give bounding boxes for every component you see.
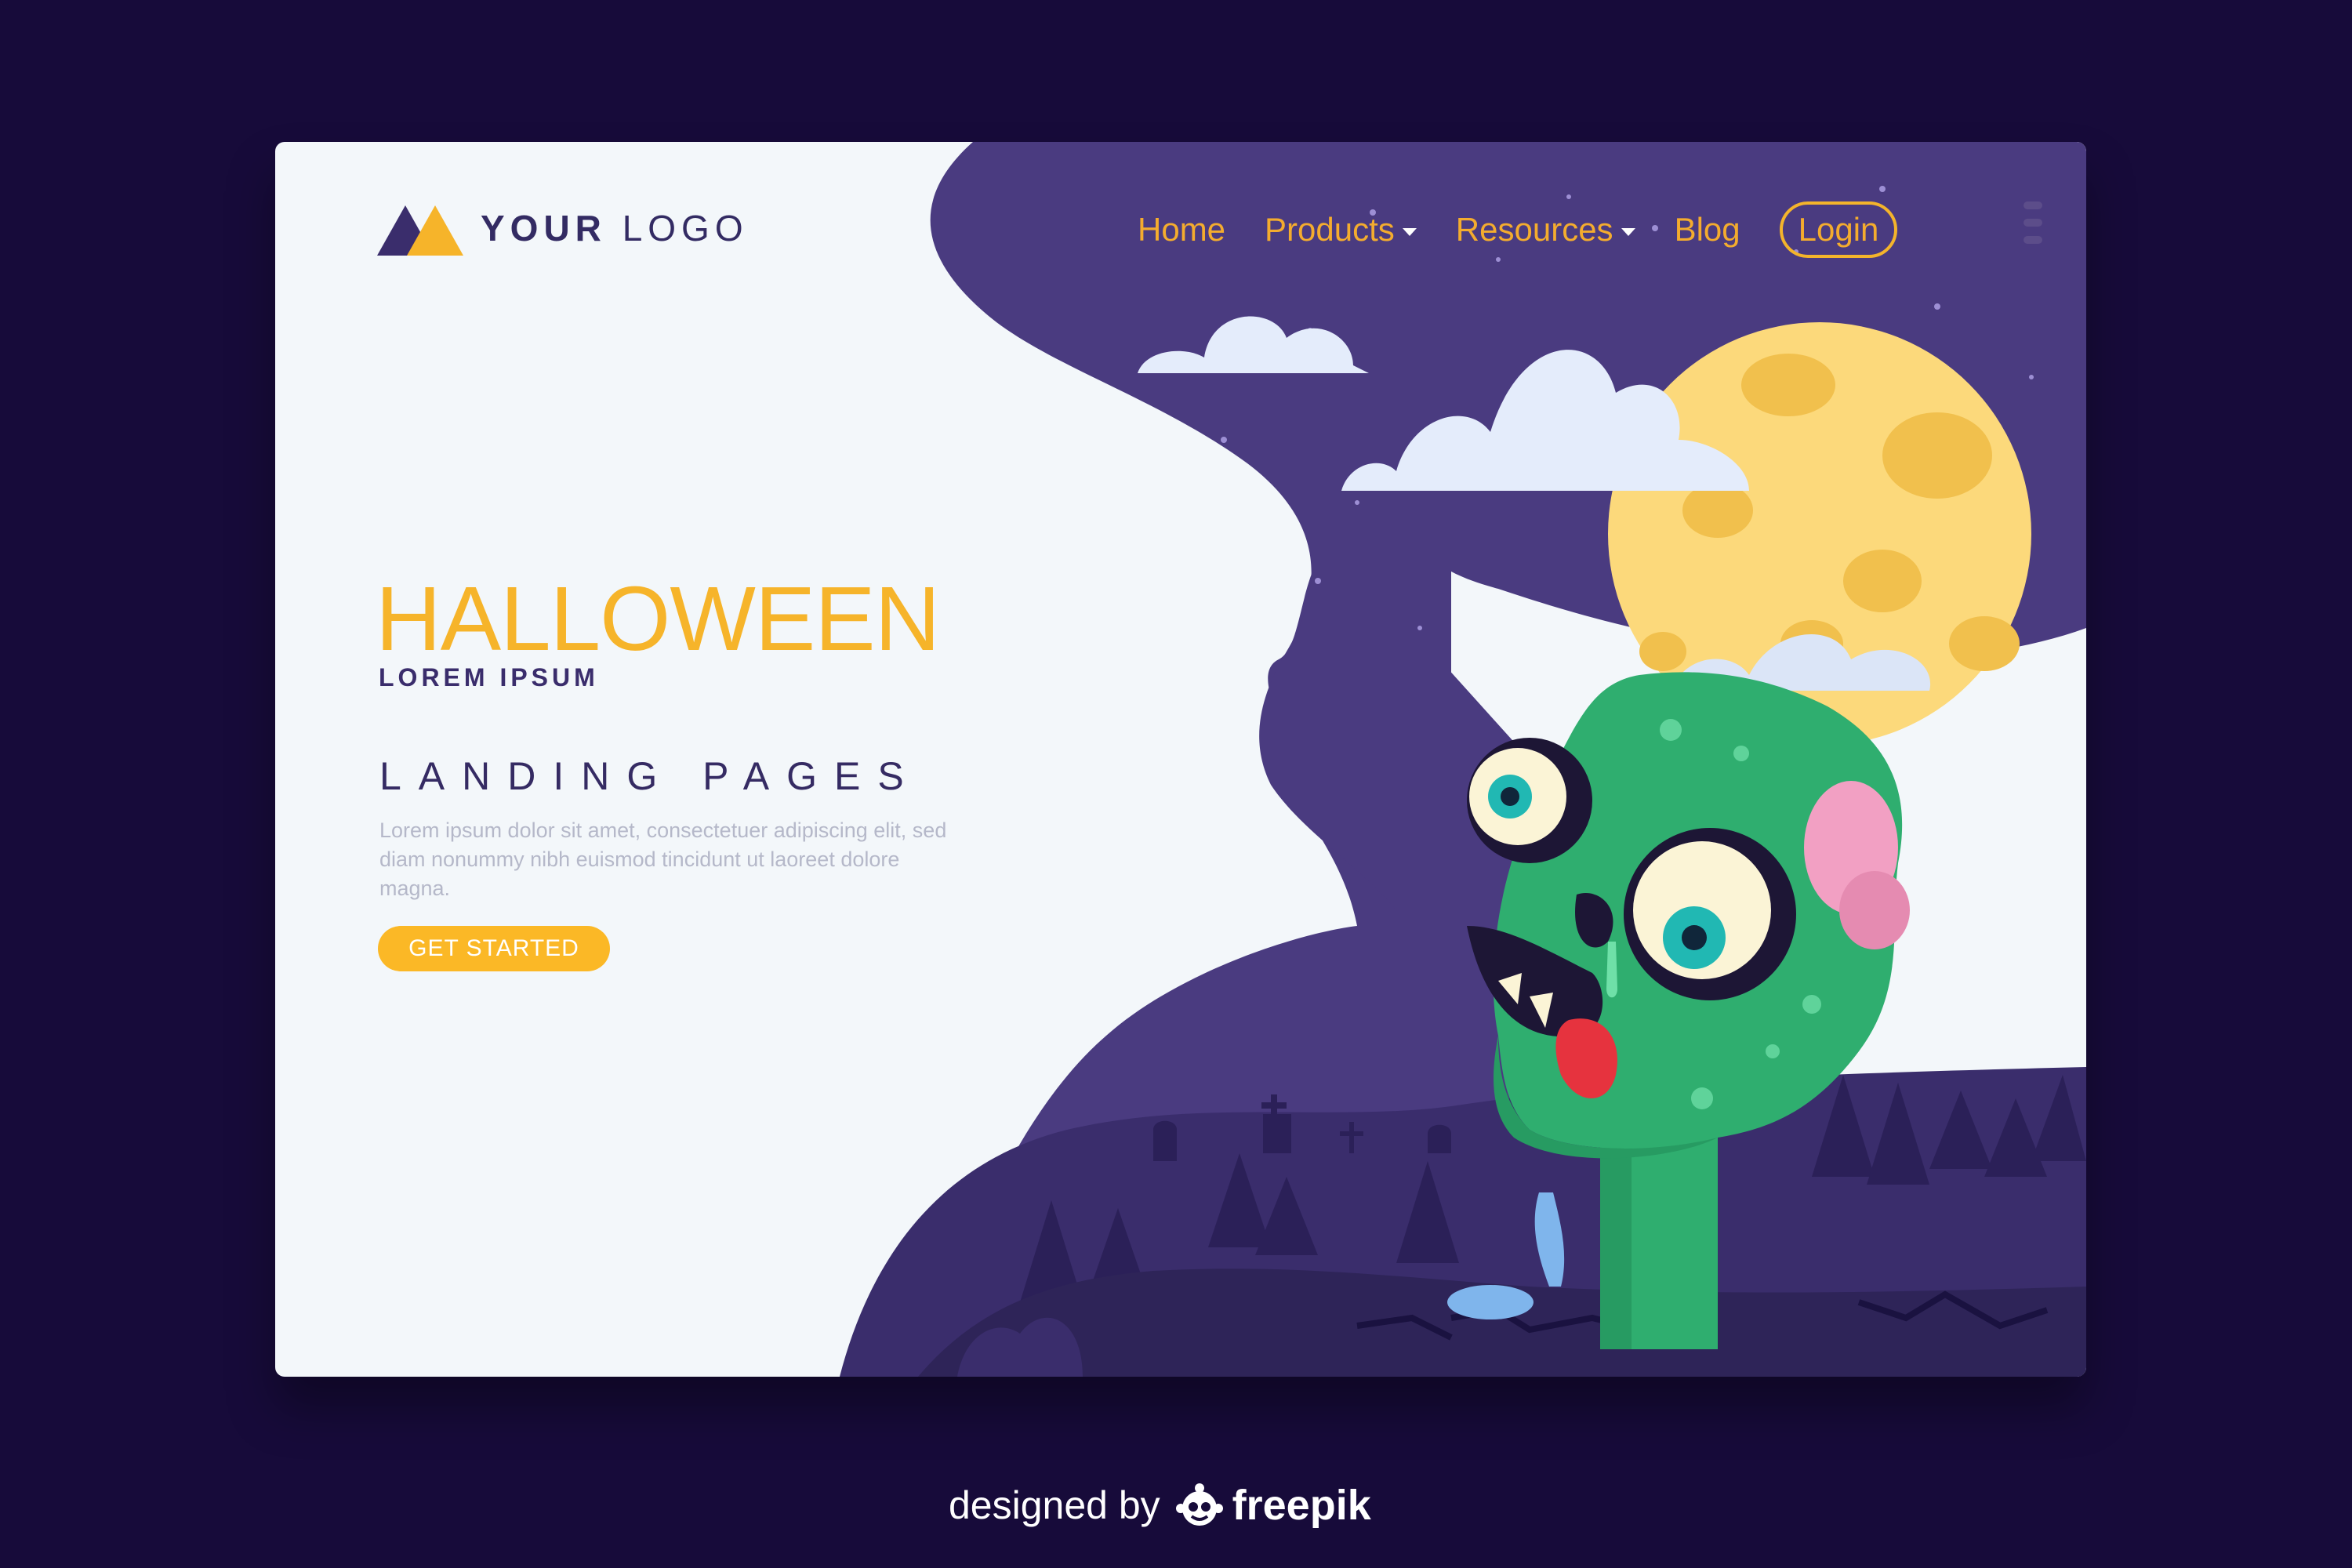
caret-down-icon [1402,228,1417,236]
logo-wordmark: YOUR LOGO [481,207,749,249]
nav-products-label: Products [1265,211,1395,248]
brand-logo[interactable]: YOUR LOGO [377,197,749,260]
nav-resources-label: Resources [1455,211,1613,248]
hero-title: HALLOWEEN [376,568,940,670]
nav-home-label: Home [1138,211,1226,248]
designer-credit[interactable]: designed by freepik [949,1478,1371,1533]
main-nav: Home Products Resources Blog Login [1138,198,1936,261]
kebab-menu-icon[interactable] [2024,201,2042,260]
caret-down-icon [1621,228,1635,236]
hero-heading: LANDING PAGES [379,754,921,798]
nav-blog-label: Blog [1674,211,1740,248]
nav-products[interactable]: Products [1265,211,1417,249]
nav-blog[interactable]: Blog [1675,211,1740,249]
nav-resources[interactable]: Resources [1456,211,1635,249]
get-started-button[interactable]: GET STARTED [378,926,610,971]
landing-page-card: YOUR LOGO Home Products Resources Blog L… [275,142,2086,1377]
hero-subtitle: LOREM IPSUM [379,663,599,691]
credit-prefix: designed by [949,1483,1160,1527]
login-button[interactable]: Login [1779,201,1898,258]
logo-text-bold: YOUR [481,208,607,249]
logo-text-light: LOGO [622,208,749,249]
credit-brand: freepik [1232,1482,1371,1529]
nav-home[interactable]: Home [1138,211,1225,249]
mountain-logo-icon [377,205,463,256]
hero-body-text: Lorem ipsum dolor sit amet, consectetuer… [379,818,947,900]
freepik-logo-icon [1175,1483,1223,1526]
login-label: Login [1798,211,1879,248]
slime-puddle [1447,1285,1534,1319]
